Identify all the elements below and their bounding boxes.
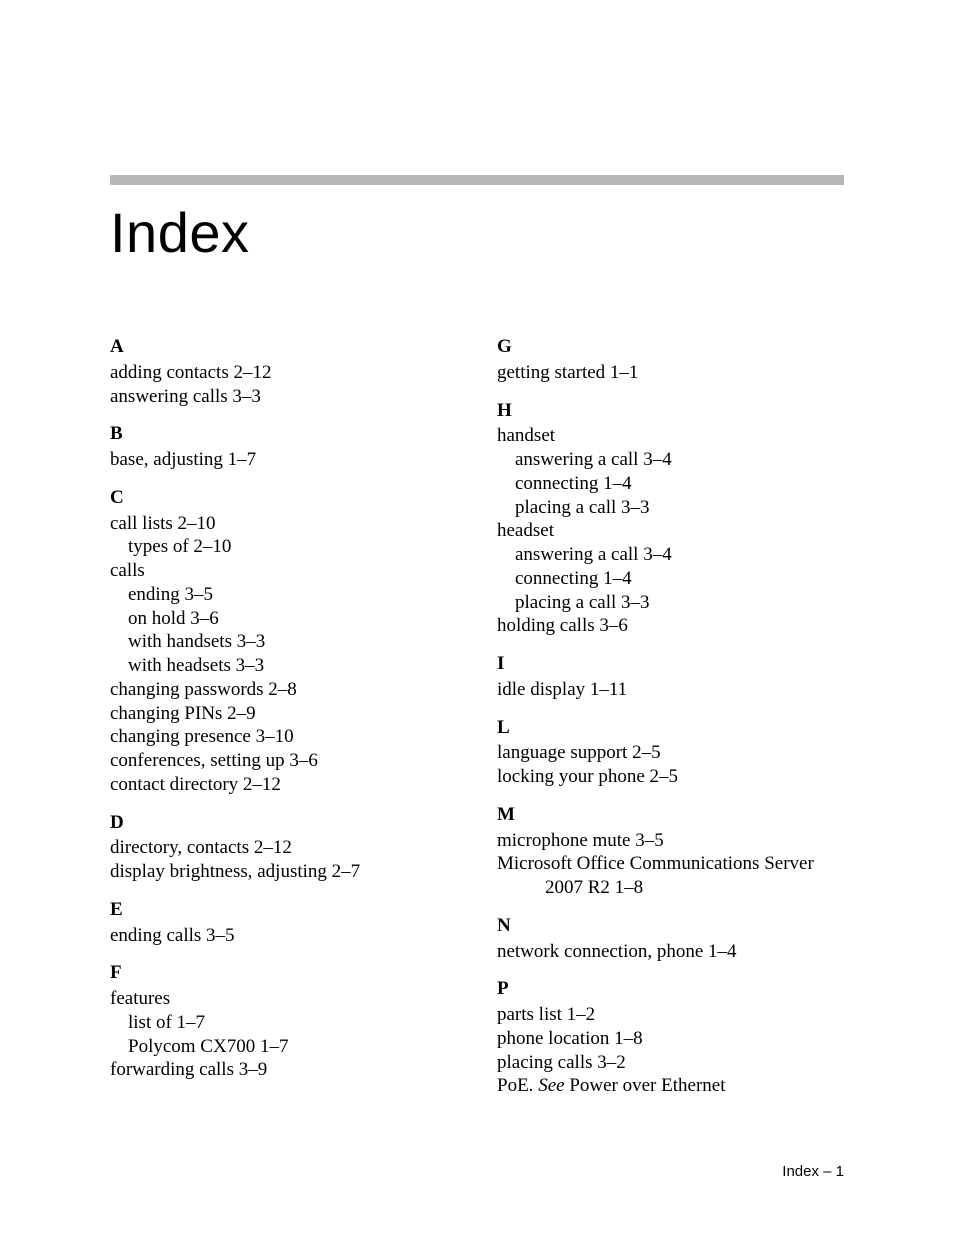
page-title: Index <box>110 200 844 265</box>
index-entry: connecting 1–4 <box>497 567 844 591</box>
index-entry-italic: See <box>538 1075 564 1096</box>
index-entry: phone location 1–8 <box>497 1027 844 1051</box>
index-columns: Aadding contacts 2–12answering calls 3–3… <box>110 335 844 1098</box>
index-entry: ending calls 3–5 <box>110 924 457 948</box>
index-entry: idle display 1–11 <box>497 678 844 702</box>
index-column-right: Ggetting started 1–1Hhandsetanswering a … <box>497 335 844 1098</box>
index-entry: call lists 2–10 <box>110 512 457 536</box>
index-entry: answering calls 3–3 <box>110 385 457 409</box>
top-rule <box>110 175 844 185</box>
index-letter: G <box>497 335 844 359</box>
index-entry: conferences, setting up 3–6 <box>110 749 457 773</box>
index-entry-prefix: PoE. <box>497 1075 538 1096</box>
index-entry: changing presence 3–10 <box>110 725 457 749</box>
index-entry: directory, contacts 2–12 <box>110 836 457 860</box>
index-letter: P <box>497 977 844 1001</box>
index-letter: M <box>497 803 844 827</box>
index-entry: base, adjusting 1–7 <box>110 448 457 472</box>
index-entry: language support 2–5 <box>497 741 844 765</box>
index-entry: getting started 1–1 <box>497 361 844 385</box>
index-entry: answering a call 3–4 <box>497 543 844 567</box>
index-letter: H <box>497 399 844 423</box>
index-entry: parts list 1–2 <box>497 1003 844 1027</box>
index-entry: headset <box>497 519 844 543</box>
index-entry: handset <box>497 424 844 448</box>
index-entry: answering a call 3–4 <box>497 448 844 472</box>
index-column-left: Aadding contacts 2–12answering calls 3–3… <box>110 335 457 1098</box>
index-entry: holding calls 3–6 <box>497 614 844 638</box>
index-entry: placing a call 3–3 <box>497 591 844 615</box>
index-entry: types of 2–10 <box>110 535 457 559</box>
index-entry: list of 1–7 <box>110 1011 457 1035</box>
index-letter: E <box>110 898 457 922</box>
index-entry: Polycom CX700 1–7 <box>110 1035 457 1059</box>
index-entry: network connection, phone 1–4 <box>497 940 844 964</box>
index-letter: N <box>497 914 844 938</box>
index-letter: F <box>110 961 457 985</box>
index-entry-suffix: Power over Ethernet <box>565 1075 726 1096</box>
index-entry: with handsets 3–3 <box>110 630 457 654</box>
index-entry: contact directory 2–12 <box>110 773 457 797</box>
index-entry: ending 3–5 <box>110 583 457 607</box>
index-entry: on hold 3–6 <box>110 607 457 631</box>
index-entry: microphone mute 3–5 <box>497 829 844 853</box>
index-letter: B <box>110 422 457 446</box>
index-letter: C <box>110 486 457 510</box>
index-entry: locking your phone 2–5 <box>497 765 844 789</box>
index-entry: placing calls 3–2 <box>497 1051 844 1075</box>
index-entry: calls <box>110 559 457 583</box>
index-entry: placing a call 3–3 <box>497 496 844 520</box>
index-entry: PoE. See Power over Ethernet <box>497 1074 844 1098</box>
index-entry: connecting 1–4 <box>497 472 844 496</box>
index-letter: A <box>110 335 457 359</box>
index-letter: I <box>497 652 844 676</box>
index-entry: forwarding calls 3–9 <box>110 1058 457 1082</box>
page-footer: Index – 1 <box>782 1163 844 1180</box>
index-entry: with headsets 3–3 <box>110 654 457 678</box>
index-entry: features <box>110 987 457 1011</box>
index-entry: adding contacts 2–12 <box>110 361 457 385</box>
index-page: Index Aadding contacts 2–12answering cal… <box>0 0 954 1235</box>
index-letter: D <box>110 811 457 835</box>
index-entry: Microsoft Office Communications Server 2… <box>497 852 844 900</box>
index-letter: L <box>497 716 844 740</box>
index-entry: changing PINs 2–9 <box>110 702 457 726</box>
index-entry: display brightness, adjusting 2–7 <box>110 860 457 884</box>
index-entry: changing passwords 2–8 <box>110 678 457 702</box>
